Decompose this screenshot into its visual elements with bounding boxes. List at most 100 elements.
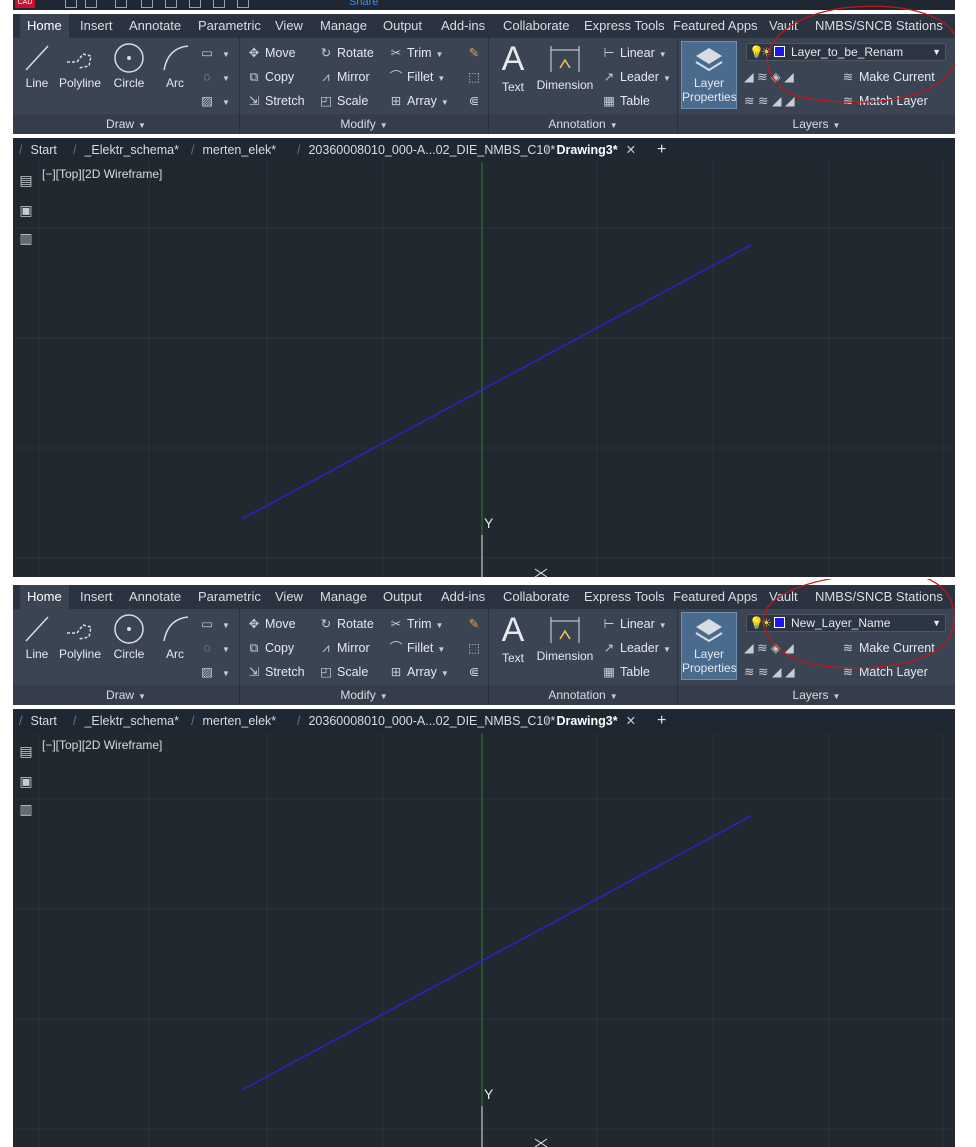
annotation-group-title[interactable]: Annotation ▼ (489, 685, 677, 705)
tab-output[interactable]: Output (383, 14, 422, 38)
rotate-button[interactable]: ↻ Rotate (318, 43, 374, 63)
annotation-group-title[interactable]: Annotation ▼ (489, 114, 677, 134)
erase-button[interactable]: ✎ (466, 43, 485, 63)
layer-tools-row1[interactable]: ◢ ≋ ◈ ◢ (744, 67, 794, 87)
move-button[interactable]: ✥ Move (246, 43, 296, 63)
text-button[interactable]: A Text (495, 611, 531, 665)
tab-express-tools[interactable]: Express Tools (584, 585, 665, 609)
close-icon[interactable]: ✕ (626, 714, 636, 728)
save-icon[interactable] (115, 0, 127, 8)
modify-group-title[interactable]: Modify ▼ (240, 114, 488, 134)
fillet-button[interactable]: ⌒ Fillet ▼ (388, 67, 446, 87)
viewport-controls-icon[interactable]: ▤ (17, 171, 35, 189)
mirror-button[interactable]: ⩘ Mirror (318, 67, 369, 87)
drawing-viewport[interactable]: ▤ ▣ ▥ [−][Top][2D Wireframe] Y (13, 162, 955, 577)
tab-nmbs-sncb-stations[interactable]: NMBS/SNCB Stations (815, 14, 943, 38)
tab-add-ins[interactable]: Add-ins (441, 14, 485, 38)
scale-button[interactable]: ◰ Scale (318, 662, 368, 682)
explode-button[interactable]: ⬚ (466, 638, 485, 658)
layer-tools-row2[interactable]: ≋ ≋ ◢ ◢ (744, 91, 795, 111)
new-tab-button[interactable]: + (657, 709, 666, 733)
rectangle-button[interactable]: ▭ ▼ (199, 43, 230, 63)
tab-view[interactable]: View (275, 585, 303, 609)
offset-button[interactable]: ⋐ (466, 91, 485, 111)
make-current-button[interactable]: ≋ Make Current (840, 67, 935, 87)
tab-collaborate[interactable]: Collaborate (503, 585, 570, 609)
plot-icon[interactable] (165, 0, 177, 8)
tab-parametric[interactable]: Parametric (198, 585, 261, 609)
drawing-viewport[interactable]: ▤ ▣ ▥ [−][Top][2D Wireframe] Y (13, 733, 955, 1147)
match-layer-button[interactable]: ≋ Match Layer (840, 662, 928, 682)
tab-nmbs-sncb-stations[interactable]: NMBS/SNCB Stations (815, 585, 943, 609)
make-current-button[interactable]: ≋ Make Current (840, 638, 935, 658)
tab-view[interactable]: View (275, 14, 303, 38)
tab-featured-apps[interactable]: Featured Apps (673, 14, 758, 38)
hatch-button[interactable]: ▨ ▼ (199, 662, 230, 682)
stretch-button[interactable]: ⇲ Stretch (246, 91, 305, 111)
ellipse-button[interactable]: ◌ ▼ (199, 638, 230, 658)
share-button[interactable]: Share (349, 0, 378, 8)
rectangle-button[interactable]: ▭ ▼ (199, 614, 230, 634)
tab-home[interactable]: Home (20, 14, 69, 38)
clipboard-icon[interactable]: ▣ (17, 772, 35, 790)
tab-output[interactable]: Output (383, 585, 422, 609)
file-tab-elektr-schema[interactable]: / _Elektr_schema* (73, 138, 179, 162)
layer-tools-row2[interactable]: ≋ ≋ ◢ ◢ (744, 662, 795, 682)
publish-icon[interactable] (189, 0, 201, 8)
leader-button[interactable]: ↗ Leader ▼ (601, 638, 671, 658)
tab-annotate[interactable]: Annotate (129, 585, 181, 609)
leader-button[interactable]: ↗ Leader ▼ (601, 67, 671, 87)
file-tab-start[interactable]: / Start (19, 709, 57, 733)
tab-collaborate[interactable]: Collaborate (503, 14, 570, 38)
fillet-button[interactable]: ⌒ Fillet ▼ (388, 638, 446, 658)
file-tab-20360008010[interactable]: /20360008010_000-A...02_DIE_NMBS_C10* (297, 138, 555, 162)
scale-button[interactable]: ◰ Scale (318, 91, 368, 111)
match-layer-button[interactable]: ≋ Match Layer (840, 91, 928, 111)
dimension-button[interactable]: Dimension (535, 42, 595, 92)
ellipse-button[interactable]: ◌ ▼ (199, 67, 230, 87)
move-button[interactable]: ✥ Move (246, 614, 296, 634)
tab-add-ins[interactable]: Add-ins (441, 585, 485, 609)
clipboard-icon[interactable]: ▣ (17, 201, 35, 219)
tab-express-tools[interactable]: Express Tools (584, 14, 665, 38)
modify-group-title[interactable]: Modify ▼ (240, 685, 488, 705)
text-button[interactable]: A Text (495, 40, 531, 94)
viewport-label[interactable]: [−][Top][2D Wireframe] (42, 167, 162, 181)
polyline-button[interactable]: Polyline (57, 42, 103, 90)
polyline-button[interactable]: Polyline (57, 613, 103, 661)
tab-vault[interactable]: Vault (769, 14, 798, 38)
stretch-button[interactable]: ⇲ Stretch (246, 662, 305, 682)
copy-button[interactable]: ⧉ Copy (246, 67, 295, 87)
table-button[interactable]: ▦ Table (601, 91, 650, 111)
layer-dropdown[interactable]: 💡 ☀ New_Layer_Name ▼ (746, 614, 946, 632)
tab-vault[interactable]: Vault (769, 585, 798, 609)
viewport-label[interactable]: [−][Top][2D Wireframe] (42, 738, 162, 752)
hatch-button[interactable]: ▨ ▼ (199, 91, 230, 111)
circle-button[interactable]: Circle (111, 42, 147, 90)
file-tab-elektr-schema[interactable]: / _Elektr_schema* (73, 709, 179, 733)
file-tab-drawing3[interactable]: / Drawing3* ✕ (545, 138, 636, 162)
open-file-icon[interactable] (85, 0, 97, 8)
linear-button[interactable]: ⊢ Linear ▼ (601, 614, 667, 634)
tab-insert[interactable]: Insert (80, 14, 113, 38)
save-as-icon[interactable] (141, 0, 153, 8)
layer-dropdown[interactable]: 💡 ☀ Layer_to_be_Renam ▼ (746, 43, 946, 61)
draw-group-title[interactable]: Draw ▼ (13, 685, 239, 705)
properties-icon[interactable]: ▥ (17, 800, 35, 818)
tab-insert[interactable]: Insert (80, 585, 113, 609)
line-button[interactable]: Line (21, 42, 53, 90)
offset-button[interactable]: ⋐ (466, 662, 485, 682)
table-button[interactable]: ▦ Table (601, 662, 650, 682)
circle-button[interactable]: Circle (111, 613, 147, 661)
layer-properties-button[interactable]: Layer Properties (681, 612, 737, 680)
close-icon[interactable]: ✕ (626, 143, 636, 157)
undo-icon[interactable] (237, 0, 249, 8)
tab-featured-apps[interactable]: Featured Apps (673, 585, 758, 609)
tab-manage[interactable]: Manage (320, 14, 367, 38)
mirror-button[interactable]: ⩘ Mirror (318, 638, 369, 658)
rotate-button[interactable]: ↻ Rotate (318, 614, 374, 634)
array-button[interactable]: ⊞ Array ▼ (388, 662, 449, 682)
arc-button[interactable]: Arc (159, 613, 191, 661)
print-icon[interactable] (213, 0, 225, 8)
explode-button[interactable]: ⬚ (466, 67, 485, 87)
